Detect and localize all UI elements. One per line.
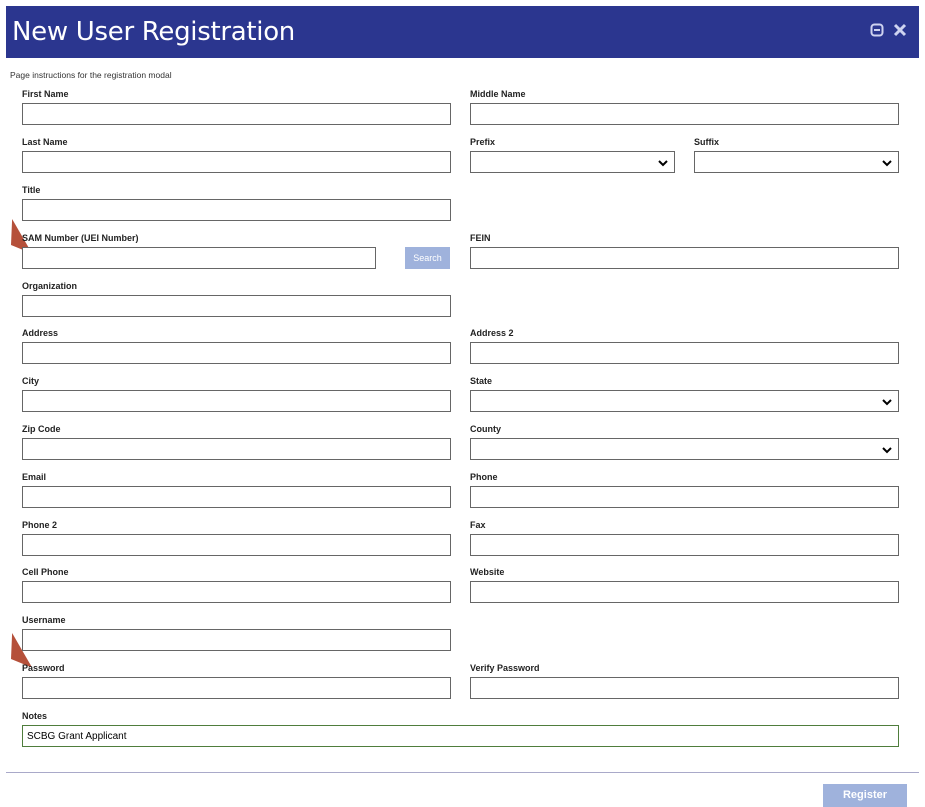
zip-code-label: Zip Code <box>22 424 61 434</box>
chevron-down-icon <box>882 447 892 454</box>
address2-label: Address 2 <box>470 328 514 338</box>
verify-password-input[interactable] <box>470 677 899 699</box>
city-label: City <box>22 376 40 386</box>
fax-input[interactable] <box>470 534 899 556</box>
page-instructions: Page instructions for the registration m… <box>10 70 172 80</box>
verify-password-label: Verify Password <box>470 663 540 673</box>
notes-label: Notes <box>22 711 48 721</box>
password-input[interactable] <box>22 677 451 699</box>
username-input[interactable] <box>22 629 451 651</box>
modal-titlebar: New User Registration <box>6 6 919 58</box>
password-label: Password <box>22 663 65 673</box>
username-label: Username <box>22 615 66 625</box>
email-label: Email <box>22 472 47 482</box>
address2-input[interactable] <box>470 342 899 364</box>
first-name-input[interactable] <box>22 103 451 125</box>
county-label: County <box>470 424 501 434</box>
suffix-label: Suffix <box>694 137 720 147</box>
website-label: Website <box>470 567 505 577</box>
middle-name-input[interactable] <box>470 103 899 125</box>
phone-input[interactable] <box>470 486 899 508</box>
register-button[interactable]: Register <box>823 784 907 807</box>
phone2-input[interactable] <box>22 534 451 556</box>
chevron-down-icon <box>658 160 668 167</box>
fein-input[interactable] <box>470 247 899 269</box>
organization-label: Organization <box>22 281 78 291</box>
website-input[interactable] <box>470 581 899 603</box>
first-name-label: First Name <box>22 89 69 99</box>
address-label: Address <box>22 328 59 338</box>
zip-code-input[interactable] <box>22 438 451 460</box>
phone2-label: Phone 2 <box>22 520 58 530</box>
county-select[interactable] <box>470 438 899 460</box>
sam-number-label: SAM Number (UEI Number) <box>22 233 139 243</box>
prefix-label: Prefix <box>470 137 496 147</box>
chevron-down-icon <box>882 160 892 167</box>
cell-phone-input[interactable] <box>22 581 451 603</box>
search-button[interactable]: Search <box>405 247 450 269</box>
city-input[interactable] <box>22 390 451 412</box>
suffix-select[interactable] <box>694 151 899 173</box>
cell-phone-label: Cell Phone <box>22 567 69 577</box>
state-select[interactable] <box>470 390 899 412</box>
email-input[interactable] <box>22 486 451 508</box>
organization-input[interactable] <box>22 295 451 317</box>
phone-label: Phone <box>470 472 498 482</box>
title-input[interactable] <box>22 199 451 221</box>
address-input[interactable] <box>22 342 451 364</box>
prefix-select[interactable] <box>470 151 675 173</box>
minimize-icon[interactable] <box>870 23 886 39</box>
registration-modal: New User Registration Page instructions … <box>0 0 925 807</box>
notes-input[interactable] <box>22 725 899 747</box>
fax-label: Fax <box>470 520 486 530</box>
close-icon[interactable] <box>893 23 909 39</box>
title-label: Title <box>22 185 41 195</box>
last-name-input[interactable] <box>22 151 451 173</box>
footer-divider <box>6 772 919 773</box>
fein-label: FEIN <box>470 233 491 243</box>
last-name-label: Last Name <box>22 137 68 147</box>
sam-number-input[interactable] <box>22 247 376 269</box>
state-label: State <box>470 376 493 386</box>
middle-name-label: Middle Name <box>470 89 526 99</box>
modal-title: New User Registration <box>12 17 295 47</box>
chevron-down-icon <box>882 399 892 406</box>
